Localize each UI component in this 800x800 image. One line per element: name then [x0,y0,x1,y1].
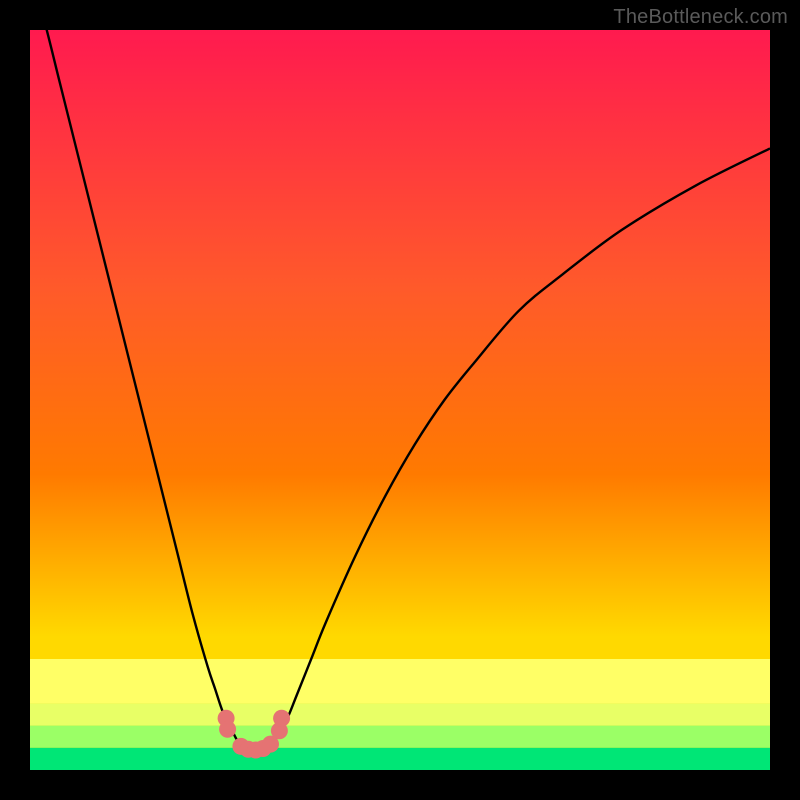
data-point [219,721,236,738]
bottleneck-chart [30,30,770,770]
data-point [273,710,290,727]
watermark-text: TheBottleneck.com [613,6,788,29]
chart-container: TheBottleneck.com [0,0,800,800]
plot-area [30,30,770,770]
gradient-bands [30,659,770,770]
